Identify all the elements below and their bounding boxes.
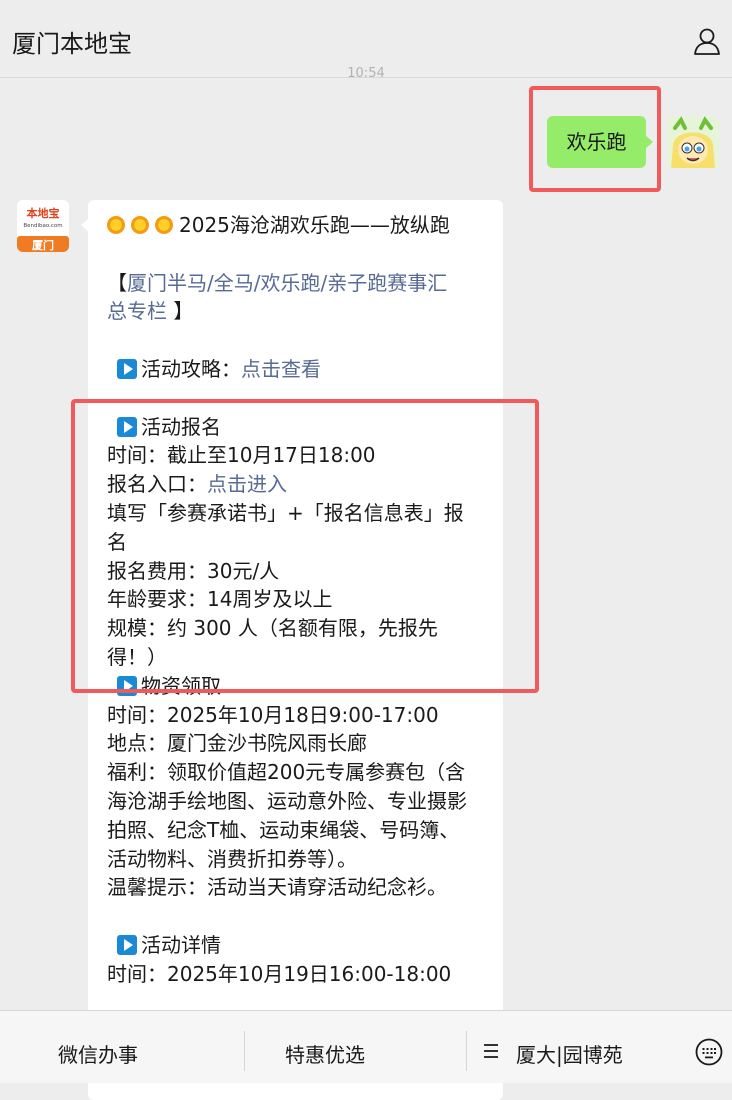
- keyboard-icon[interactable]: [695, 1038, 723, 1066]
- chat-title: 厦门本地宝: [12, 30, 132, 58]
- bot-logo-domain: Bendibao.com: [23, 223, 63, 229]
- play-icon: [117, 934, 137, 955]
- details-header: 活动详情: [141, 932, 221, 957]
- profile-icon[interactable]: [692, 26, 722, 56]
- text-line: 温馨提示：活动当天请穿活动纪念衫。: [107, 875, 447, 900]
- text-line: 福利：领取价值超200元专属参赛包（含: [107, 760, 466, 785]
- text-line: 时间：2025年10月18日9:00-17:00: [107, 702, 439, 727]
- sun-emoji-icon: [131, 216, 149, 234]
- menu-divider: [466, 1031, 467, 1071]
- bot-logo-city: 厦门: [32, 239, 54, 252]
- user-message-bubble[interactable]: 欢乐跑: [547, 116, 653, 168]
- menu-tab-wechat-services[interactable]: 微信办事: [58, 1039, 138, 1068]
- details-header-line: 活动详情: [107, 931, 491, 960]
- text-line: 地点：厦门金沙书院风雨长廊: [107, 731, 367, 756]
- submenu-icon: [484, 1044, 498, 1058]
- play-icon: [117, 358, 137, 379]
- message-timestamp: 10:54: [347, 66, 385, 81]
- bot-avatar[interactable]: 本地宝 Bendibao.com 厦门: [17, 200, 69, 252]
- text-line: 时间：2025年10月19日16:00-18:00: [107, 961, 452, 986]
- column-link-line: 【厦门半马/全马/欢乐跑/亲子跑赛事汇: [107, 270, 448, 295]
- text-line: 海沧湖手绘地图、运动意外险、专业摄影: [107, 788, 467, 813]
- text-line: 拍照、纪念T桖、运动束绳袋、号码簿、: [107, 817, 460, 842]
- bottom-menu-bar: 微信办事 特惠优选 厦大|园博苑: [0, 1010, 732, 1083]
- highlight-box-signup: [71, 399, 539, 693]
- message-title-line: 2025海沧湖欢乐跑——放纵跑: [107, 211, 491, 240]
- menu-tab-deals[interactable]: 特惠优选: [285, 1039, 365, 1068]
- text-line: 活动物料、消费折扣券等）。: [107, 846, 357, 871]
- user-avatar[interactable]: [667, 116, 719, 168]
- cartoon-avatar-icon: [667, 116, 719, 168]
- bot-logo-text: 本地宝: [26, 207, 60, 220]
- guide-link[interactable]: 点击查看: [241, 357, 321, 381]
- column-link-line-2: 总专栏 】: [107, 299, 194, 324]
- marathon-column-link[interactable]: 厦门半马/全马/欢乐跑/亲子跑赛事汇: [127, 271, 447, 295]
- guide-line: 活动攻略：点击查看: [107, 355, 491, 384]
- guide-label: 活动攻略：: [141, 356, 241, 381]
- marathon-column-link-cont[interactable]: 总专栏: [107, 299, 167, 323]
- menu-divider: [244, 1031, 245, 1071]
- sun-emoji-icon: [155, 216, 173, 234]
- sun-emoji-icon: [107, 216, 125, 234]
- message-title: 2025海沧湖欢乐跑——放纵跑: [179, 213, 450, 237]
- menu-tab-xiamen-university[interactable]: 厦大|园博苑: [516, 1039, 623, 1068]
